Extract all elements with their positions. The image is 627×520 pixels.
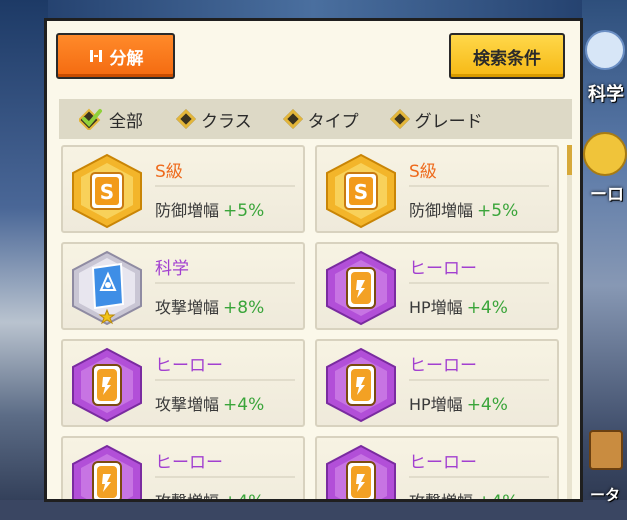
science-emblem-icon <box>585 30 625 70</box>
side-label-science: 科学 <box>588 84 624 105</box>
divider <box>409 282 549 284</box>
data-emblem-icon <box>589 430 623 470</box>
item-name: ヒーロー <box>155 453 223 473</box>
item-card[interactable]: S S級 防御増幅 +5% <box>315 145 559 233</box>
filter-label: グレード <box>414 111 483 132</box>
decompose-button[interactable]: 分解 <box>56 33 175 79</box>
background-bottom-strip <box>0 500 627 520</box>
stat-label: HP増幅 <box>409 298 463 317</box>
search-conditions-button[interactable]: 検索条件 <box>449 33 565 79</box>
item-stat: 攻撃増幅 +4% <box>409 488 519 502</box>
stat-value: +8% <box>223 298 265 318</box>
item-stat: 攻撃増幅 +8% <box>155 294 264 318</box>
item-name: ヒーロー <box>409 453 477 473</box>
stat-label: 防御増幅 <box>155 201 220 220</box>
stat-label: HP増幅 <box>409 395 463 414</box>
filter-all[interactable]: 全部 <box>79 107 143 132</box>
stat-value: +4% <box>223 395 265 415</box>
decompose-icon <box>88 48 104 64</box>
diamond-icon <box>282 109 303 129</box>
background-left-scene <box>0 0 48 520</box>
scrollbar-thumb[interactable] <box>567 145 572 175</box>
stat-value: +5% <box>223 201 265 221</box>
item-list-scrollbar[interactable] <box>567 145 572 499</box>
item-name: 科学 <box>155 259 189 279</box>
item-name: ヒーロー <box>409 259 477 279</box>
science-card-icon <box>69 250 145 326</box>
stat-label: 攻撃増幅 <box>155 395 220 414</box>
item-name: S級 <box>155 162 183 182</box>
item-stat: 攻撃増幅 +4% <box>155 391 264 415</box>
filter-grade[interactable]: グレード <box>389 107 483 132</box>
filter-type[interactable]: タイプ <box>282 107 359 132</box>
search-conditions-label: 検索条件 <box>473 48 541 69</box>
item-card[interactable]: ヒーロー HP増幅 +4% <box>315 242 559 330</box>
item-name: ヒーロー <box>409 356 477 376</box>
divider <box>155 282 295 284</box>
filter-label: クラス <box>201 111 252 132</box>
filter-class[interactable]: クラス <box>176 107 252 132</box>
divider <box>409 476 549 478</box>
divider <box>409 379 549 381</box>
hero-emblem-icon <box>583 132 627 176</box>
filter-label: タイプ <box>307 111 359 132</box>
item-stat: HP増幅 +4% <box>409 294 508 318</box>
divider <box>155 476 295 478</box>
stat-value: +4% <box>466 395 508 415</box>
stat-label: 攻撃増幅 <box>155 492 220 502</box>
check-icon <box>79 108 103 130</box>
s-rank-medal-icon: S <box>323 153 399 229</box>
stat-value: +4% <box>466 298 508 318</box>
filter-label: 全部 <box>109 111 143 132</box>
hero-medal-icon <box>323 444 399 499</box>
stat-value: +4% <box>477 492 519 502</box>
item-name: S級 <box>409 162 437 182</box>
item-stat: 攻撃増幅 +4% <box>155 488 265 502</box>
s-rank-medal-icon: S <box>69 153 145 229</box>
item-stat: HP増幅 +4% <box>409 391 508 415</box>
divider <box>155 185 295 187</box>
hero-medal-icon <box>323 250 399 326</box>
divider <box>155 379 295 381</box>
item-stat: 防御増幅 +5% <box>155 197 264 221</box>
item-card[interactable]: ヒーロー 攻撃増幅 +4% <box>315 436 559 502</box>
stat-value: +4% <box>223 492 265 502</box>
item-name: ヒーロー <box>155 356 223 376</box>
side-label-data: ータ <box>590 486 621 504</box>
decompose-panel: 分解 検索条件 全部 クラス タイプ グレード S S級 防御増幅 +5% S … <box>44 18 583 502</box>
filter-bar: 全部 クラス タイプ グレード <box>59 99 572 139</box>
stat-value: +5% <box>477 201 519 221</box>
item-stat: 防御増幅 +5% <box>409 197 518 221</box>
side-label-hero: ーロ <box>590 185 624 205</box>
diamond-icon <box>389 109 410 129</box>
decompose-label: 分解 <box>109 48 144 69</box>
divider <box>409 185 549 187</box>
item-card[interactable]: 科学 攻撃増幅 +8% <box>61 242 305 330</box>
diamond-icon <box>176 109 196 129</box>
stat-label: 防御増幅 <box>409 201 474 220</box>
item-card[interactable]: ヒーロー HP増幅 +4% <box>315 339 559 427</box>
svg-text:S: S <box>354 180 368 204</box>
svg-text:S: S <box>100 180 114 204</box>
item-card[interactable]: ヒーロー 攻撃増幅 +4% <box>61 436 305 502</box>
hero-medal-icon <box>69 444 145 499</box>
hero-medal-icon <box>69 347 145 423</box>
item-card[interactable]: S S級 防御増幅 +5% <box>61 145 305 233</box>
stat-label: 攻撃増幅 <box>409 492 474 502</box>
hero-medal-icon <box>323 347 399 423</box>
stat-label: 攻撃増幅 <box>155 298 220 317</box>
item-card[interactable]: ヒーロー 攻撃増幅 +4% <box>61 339 305 427</box>
